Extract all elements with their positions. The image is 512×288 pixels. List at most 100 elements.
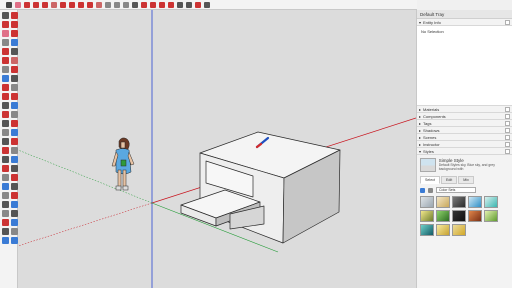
tray-item-tags[interactable]: ▸ Tags bbox=[417, 120, 512, 127]
style-swatch[interactable] bbox=[436, 224, 450, 236]
style-swatch[interactable] bbox=[436, 196, 450, 208]
text-tool-icon[interactable] bbox=[132, 1, 138, 8]
tool-icon[interactable] bbox=[2, 93, 9, 100]
close-icon[interactable] bbox=[505, 149, 510, 154]
tool-icon[interactable] bbox=[11, 138, 18, 145]
zoom-extents-icon[interactable] bbox=[186, 1, 192, 8]
tool-icon[interactable] bbox=[2, 210, 9, 217]
follow-me-icon[interactable] bbox=[96, 1, 102, 8]
styles-header[interactable]: ▾ Styles bbox=[417, 148, 512, 155]
tool-icon[interactable] bbox=[11, 57, 18, 64]
tool-icon[interactable] bbox=[2, 66, 9, 73]
tray-item-materials[interactable]: ▸ Materials bbox=[417, 106, 512, 113]
tool-icon[interactable] bbox=[11, 165, 18, 172]
tool-icon[interactable] bbox=[2, 147, 9, 154]
tool-icon[interactable] bbox=[2, 120, 9, 127]
push-pull-icon[interactable] bbox=[51, 1, 57, 8]
style-swatch[interactable] bbox=[452, 196, 466, 208]
style-swatch[interactable] bbox=[452, 210, 466, 222]
tool-icon[interactable] bbox=[2, 111, 9, 118]
tool-icon[interactable] bbox=[11, 156, 18, 163]
tool-icon[interactable] bbox=[11, 147, 18, 154]
tool-icon[interactable] bbox=[11, 228, 18, 235]
library-select[interactable]: Color Sets bbox=[436, 187, 476, 193]
tool-icon[interactable] bbox=[11, 219, 18, 226]
tool-icon[interactable] bbox=[11, 174, 18, 181]
tool-icon[interactable] bbox=[11, 111, 18, 118]
close-icon[interactable] bbox=[505, 135, 510, 140]
tool-icon[interactable] bbox=[2, 12, 9, 19]
tool-icon[interactable] bbox=[2, 21, 9, 28]
eraser-tool-icon[interactable] bbox=[15, 1, 21, 8]
style-swatch[interactable] bbox=[468, 210, 482, 222]
tool-icon[interactable] bbox=[11, 201, 18, 208]
tool-icon[interactable] bbox=[2, 30, 9, 37]
style-swatch[interactable] bbox=[452, 224, 466, 236]
tray-item-components[interactable]: ▸ Components bbox=[417, 113, 512, 120]
tool-icon[interactable] bbox=[11, 237, 18, 244]
tool-icon[interactable] bbox=[2, 102, 9, 109]
tool-icon[interactable] bbox=[2, 129, 9, 136]
style-swatch[interactable] bbox=[468, 196, 482, 208]
tray-item-scenes[interactable]: ▸ Scenes bbox=[417, 134, 512, 141]
tool-icon[interactable] bbox=[11, 39, 18, 46]
offset-icon[interactable] bbox=[60, 1, 66, 8]
close-icon[interactable] bbox=[505, 114, 510, 119]
line-tool-icon[interactable] bbox=[24, 1, 30, 8]
protractor-icon[interactable] bbox=[123, 1, 129, 8]
tool-icon[interactable] bbox=[11, 84, 18, 91]
tool-icon[interactable] bbox=[11, 12, 18, 19]
style-swatch[interactable] bbox=[420, 210, 434, 222]
tool-icon[interactable] bbox=[2, 192, 9, 199]
arc-tool-icon[interactable] bbox=[33, 1, 39, 8]
close-icon[interactable] bbox=[505, 121, 510, 126]
tool-icon[interactable] bbox=[2, 165, 9, 172]
style-swatch[interactable] bbox=[436, 210, 450, 222]
tool-icon[interactable] bbox=[11, 192, 18, 199]
close-icon[interactable] bbox=[505, 128, 510, 133]
close-icon[interactable] bbox=[505, 107, 510, 112]
tab-mix[interactable]: Mix bbox=[458, 176, 474, 184]
tool-icon[interactable] bbox=[2, 156, 9, 163]
tray-item-shadows[interactable]: ▸ Shadows bbox=[417, 127, 512, 134]
tool-icon[interactable] bbox=[11, 66, 18, 73]
tool-icon[interactable] bbox=[11, 75, 18, 82]
tool-icon[interactable] bbox=[11, 102, 18, 109]
move-icon[interactable] bbox=[69, 1, 75, 8]
tool-icon[interactable] bbox=[2, 39, 9, 46]
tape-measure-icon[interactable] bbox=[105, 1, 111, 8]
style-swatch[interactable] bbox=[420, 196, 434, 208]
tool-icon[interactable] bbox=[2, 48, 9, 55]
extension-icon[interactable] bbox=[204, 1, 210, 8]
tool-icon[interactable] bbox=[11, 210, 18, 217]
scale-icon[interactable] bbox=[87, 1, 93, 8]
pan-icon[interactable] bbox=[168, 1, 174, 8]
tool-icon[interactable] bbox=[2, 57, 9, 64]
shape-tool-icon[interactable] bbox=[42, 1, 48, 8]
tool-icon[interactable] bbox=[11, 129, 18, 136]
warehouse-icon[interactable] bbox=[195, 1, 201, 8]
close-icon[interactable] bbox=[505, 20, 510, 25]
tool-icon[interactable] bbox=[2, 183, 9, 190]
home-icon[interactable] bbox=[420, 187, 425, 193]
tool-icon[interactable] bbox=[11, 120, 18, 127]
select-tool-icon[interactable] bbox=[6, 1, 12, 8]
style-swatch[interactable] bbox=[484, 196, 498, 208]
model-viewport[interactable] bbox=[18, 10, 416, 288]
style-swatch[interactable] bbox=[420, 224, 434, 236]
tool-icon[interactable] bbox=[2, 237, 9, 244]
tool-icon[interactable] bbox=[11, 30, 18, 37]
tray-item-instructor[interactable]: ▸ Instructor bbox=[417, 141, 512, 148]
close-icon[interactable] bbox=[505, 142, 510, 147]
tool-icon[interactable] bbox=[2, 84, 9, 91]
tool-icon[interactable] bbox=[11, 183, 18, 190]
dimension-icon[interactable] bbox=[114, 1, 120, 8]
tool-icon[interactable] bbox=[2, 201, 9, 208]
style-swatch[interactable] bbox=[484, 210, 498, 222]
tool-icon[interactable] bbox=[2, 228, 9, 235]
entity-info-header[interactable]: ▾ Entity Info bbox=[417, 19, 512, 26]
tab-select[interactable]: Select bbox=[420, 176, 440, 184]
tool-icon[interactable] bbox=[2, 219, 9, 226]
paint-bucket-icon[interactable] bbox=[150, 1, 156, 8]
axes-tool-icon[interactable] bbox=[141, 1, 147, 8]
